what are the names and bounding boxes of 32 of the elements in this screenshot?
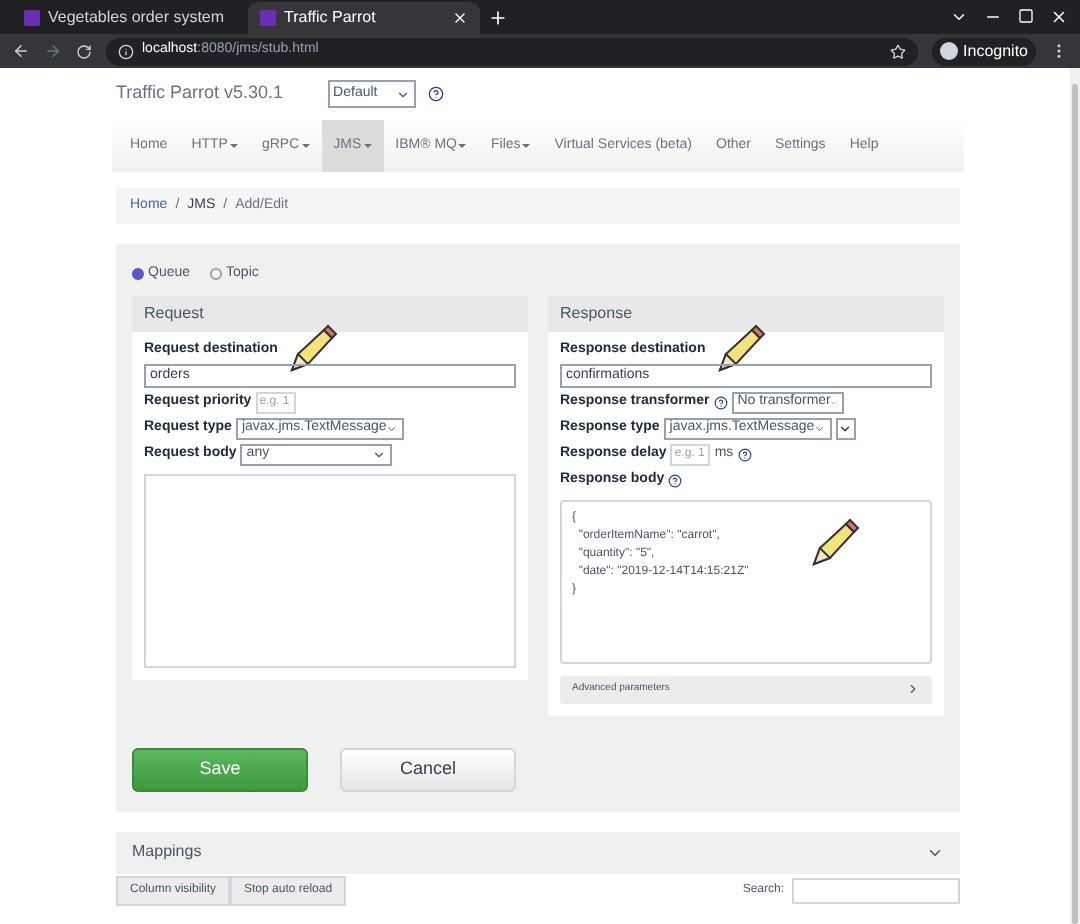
- reload-icon[interactable]: [76, 43, 92, 60]
- pencil-icon: [808, 517, 861, 569]
- browser-tab[interactable]: Vegetables order system: [12, 2, 244, 35]
- bookmark-icon[interactable]: [889, 43, 906, 60]
- maximize-icon[interactable]: [1018, 8, 1034, 25]
- back-icon[interactable]: [12, 42, 30, 61]
- cancel-button[interactable]: Cancel: [340, 747, 516, 791]
- panel-header: Response: [548, 296, 944, 332]
- mappings-header[interactable]: Mappings: [116, 831, 960, 873]
- close-icon[interactable]: [1050, 8, 1068, 27]
- new-tab-icon[interactable]: [488, 8, 508, 29]
- help-icon[interactable]: [427, 86, 444, 102]
- panel-header: Request: [132, 296, 528, 332]
- extra-select[interactable]: [835, 418, 856, 440]
- chevron-icon: [906, 682, 920, 696]
- help-icon[interactable]: [737, 448, 752, 462]
- help-icon[interactable]: [668, 473, 683, 488]
- favicon-icon: [260, 10, 276, 27]
- forward-icon[interactable]: [44, 42, 62, 61]
- pencil-icon: [285, 324, 338, 376]
- favicon-icon: [24, 10, 40, 27]
- browser-tab[interactable]: Traffic Parrot: [248, 2, 480, 35]
- avatar-icon: [939, 42, 958, 61]
- close-icon[interactable]: [452, 10, 468, 27]
- search-field[interactable]: [792, 878, 960, 904]
- app-title: Traffic Parrot v5.30.1: [116, 80, 284, 107]
- scrollbar[interactable]: [1070, 68, 1080, 924]
- pencil-icon: [713, 324, 766, 376]
- info-icon: [118, 43, 134, 60]
- help-icon[interactable]: [713, 396, 728, 410]
- profile-button[interactable]: Incognito: [931, 37, 1036, 66]
- caret-icon: [395, 87, 410, 101]
